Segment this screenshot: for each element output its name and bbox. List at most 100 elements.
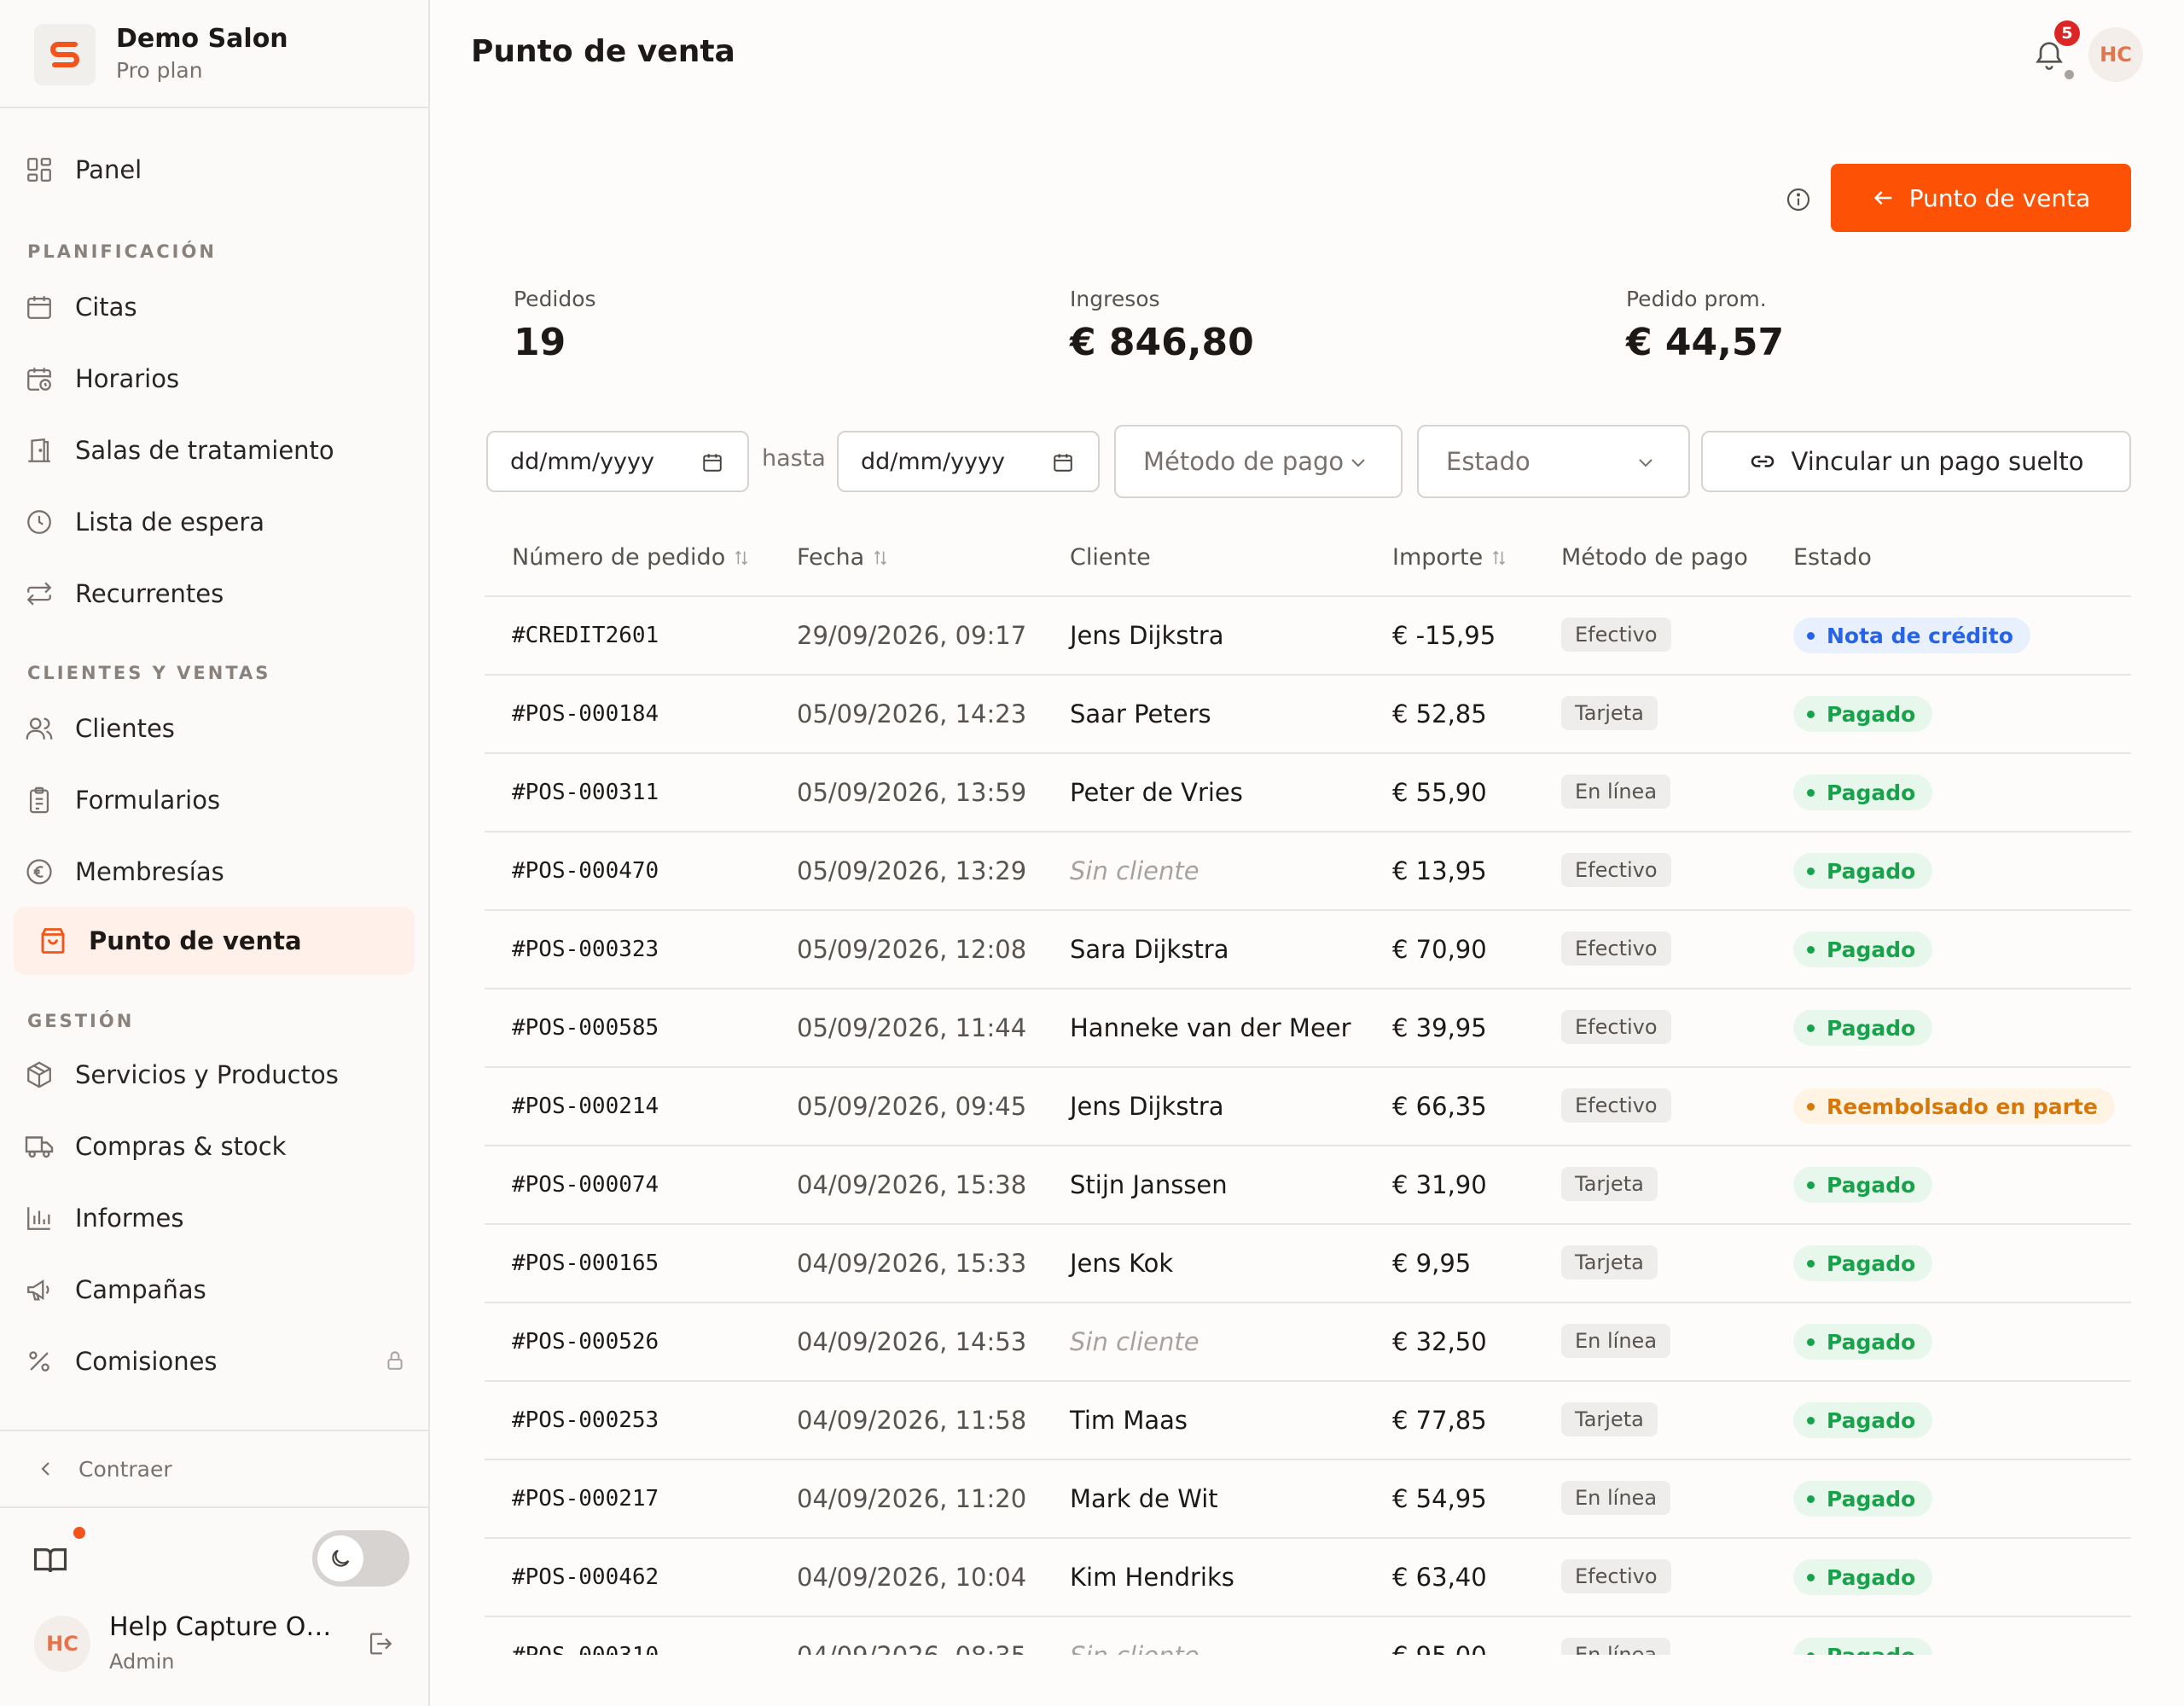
header-avatar[interactable]: HC	[2088, 27, 2143, 82]
sidebar-item-label: Panel	[75, 155, 142, 184]
order-number[interactable]: #POS-000323	[512, 937, 659, 962]
sidebar-item-horarios[interactable]: Horarios	[14, 345, 415, 413]
collapse-sidebar-button[interactable]: Contraer	[0, 1430, 428, 1508]
table-row[interactable]: #POS-000217 04/09/2026, 11:20 Mark de Wit €…	[485, 1459, 2131, 1537]
stat-promedio-label: Pedido prom.	[1626, 287, 1767, 311]
table-row[interactable]: #POS-000184 05/09/2026, 14:23 Saar Peters €…	[485, 674, 2131, 752]
order-number[interactable]: #POS-000165	[512, 1250, 659, 1276]
payment-method-badge: Efectivo	[1561, 931, 1671, 966]
order-number[interactable]: #POS-000311	[512, 780, 659, 805]
order-number[interactable]: #POS-000310	[512, 1643, 659, 1655]
link-payment-button[interactable]: Vincular un pago suelto	[1701, 431, 2131, 492]
order-number[interactable]: #POS-000074	[512, 1172, 659, 1198]
sidebar-item-salas[interactable]: Salas de tratamiento	[14, 416, 415, 485]
logout-icon[interactable]	[365, 1629, 394, 1658]
sidebar-item-formularios[interactable]: Formularios	[14, 766, 415, 834]
calendar-clock-icon	[22, 362, 56, 396]
table-row[interactable]: #POS-000585 05/09/2026, 11:44 Hanneke van …	[485, 988, 2131, 1066]
sidebar-item-servicios[interactable]: Servicios y Productos	[14, 1041, 415, 1109]
info-icon[interactable]	[1785, 186, 1812, 213]
table-row[interactable]: #POS-000214 05/09/2026, 09:45 Jens Dijkstr…	[485, 1066, 2131, 1145]
brand-header[interactable]: Demo Salon Pro plan	[0, 0, 428, 108]
order-number[interactable]: #POS-000470	[512, 858, 659, 884]
sidebar-item-campanas[interactable]: Campañas	[14, 1256, 415, 1324]
dark-mode-toggle[interactable]	[312, 1530, 410, 1587]
status-badge: Pagado	[1793, 853, 1933, 889]
sidebar-item-citas[interactable]: Citas	[14, 273, 415, 341]
sidebar-item-label: Compras & stock	[75, 1132, 287, 1161]
table-row[interactable]: #POS-000323 05/09/2026, 12:08 Sara Dijkstr…	[485, 909, 2131, 988]
order-client: Jens Dijkstra	[1070, 621, 1224, 650]
status-select[interactable]: Estado	[1417, 425, 1690, 498]
order-date: 04/09/2026, 15:33	[797, 1249, 1027, 1278]
sidebar: Demo Salon Pro plan Panel PLANIFICACIÓN …	[0, 0, 430, 1706]
moon-icon	[317, 1535, 363, 1581]
sort-icon	[871, 548, 890, 567]
order-client: Mark de Wit	[1070, 1484, 1218, 1513]
notification-dot	[73, 1527, 85, 1539]
date-to-input[interactable]: dd/mm/yyyy	[837, 431, 1100, 492]
order-number[interactable]: #POS-000214	[512, 1094, 659, 1119]
truck-icon	[22, 1129, 56, 1163]
payment-method-badge: Efectivo	[1561, 853, 1671, 887]
link-payment-label: Vincular un pago suelto	[1791, 447, 2084, 476]
order-number[interactable]: #POS-000253	[512, 1407, 659, 1433]
page-title: Punto de venta	[471, 34, 735, 69]
table-row[interactable]: #POS-000462 04/09/2026, 10:04 Kim Hendriks…	[485, 1537, 2131, 1616]
payment-method-badge: En línea	[1561, 1324, 1671, 1358]
order-amount: € 52,85	[1392, 699, 1487, 728]
punto-de-venta-button[interactable]: Punto de venta	[1831, 164, 2131, 232]
order-number[interactable]: #POS-000184	[512, 701, 659, 727]
status-label: Pagado	[1827, 1644, 1915, 1656]
sidebar-item-clientes[interactable]: Clientes	[14, 694, 415, 763]
payment-method-badge: Efectivo	[1561, 1559, 1671, 1593]
order-amount: € 77,85	[1392, 1406, 1487, 1435]
sidebar-item-punto-de-venta[interactable]: Punto de venta	[14, 907, 415, 975]
sidebar-item-membresias[interactable]: Membresías	[14, 838, 415, 906]
column-importe-header[interactable]: Importe	[1392, 544, 1508, 571]
table-row[interactable]: #POS-000311 05/09/2026, 13:59 Peter de Vri…	[485, 752, 2131, 831]
table-row[interactable]: #POS-000253 04/09/2026, 11:58 Tim Maas € 77…	[485, 1380, 2131, 1459]
order-number[interactable]: #CREDIT2601	[512, 623, 659, 648]
section-planificacion: PLANIFICACIÓN	[27, 241, 217, 262]
status-dot	[1807, 1338, 1815, 1346]
megaphone-icon	[22, 1273, 56, 1307]
sidebar-item-espera[interactable]: Lista de espera	[14, 488, 415, 556]
sidebar-item-panel[interactable]: Panel	[14, 136, 415, 204]
order-client: Hanneke van der Meer	[1070, 1013, 1351, 1042]
order-amount: € 32,50	[1392, 1327, 1487, 1356]
table-row[interactable]: #POS-000074 04/09/2026, 15:38 Stijn Jansse…	[485, 1145, 2131, 1223]
table-row[interactable]: #POS-000310 04/09/2026, 08:35 Sin cliente €…	[485, 1616, 2131, 1655]
column-fecha-header[interactable]: Fecha	[797, 544, 890, 571]
order-number[interactable]: #POS-000526	[512, 1329, 659, 1355]
sidebar-item-recurrentes[interactable]: Recurrentes	[14, 560, 415, 628]
date-from-input[interactable]: dd/mm/yyyy	[486, 431, 749, 492]
table-row[interactable]: #CREDIT2601 29/09/2026, 09:17 Jens Dijkstr…	[485, 595, 2131, 674]
status-dot	[2065, 70, 2074, 79]
sidebar-item-informes[interactable]: Informes	[14, 1184, 415, 1252]
book-open-icon[interactable]	[32, 1542, 68, 1578]
table-row[interactable]: #POS-000165 04/09/2026, 15:33 Jens Kok € 9,…	[485, 1223, 2131, 1302]
column-metodo-header: Método de pago	[1561, 544, 1748, 571]
order-client: Stijn Janssen	[1070, 1170, 1228, 1199]
order-client: Jens Kok	[1070, 1249, 1174, 1278]
status-dot	[1807, 631, 1815, 640]
order-client: Saar Peters	[1070, 699, 1211, 728]
order-client: Sin cliente	[1070, 1641, 1199, 1655]
order-number[interactable]: #POS-000585	[512, 1015, 659, 1041]
user-avatar[interactable]: HC	[34, 1616, 90, 1672]
payment-method-select[interactable]: Método de pago	[1114, 425, 1403, 498]
order-date: 05/09/2026, 11:44	[797, 1013, 1027, 1042]
sidebar-item-comisiones[interactable]: Comisiones	[14, 1327, 415, 1396]
column-label: Número de pedido	[512, 544, 726, 571]
order-amount: € 55,90	[1392, 778, 1487, 807]
order-number[interactable]: #POS-000462	[512, 1564, 659, 1590]
table-row[interactable]: #POS-000526 04/09/2026, 14:53 Sin cliente €…	[485, 1302, 2131, 1380]
column-numero-header[interactable]: Número de pedido	[512, 544, 751, 571]
sidebar-item-compras[interactable]: Compras & stock	[14, 1112, 415, 1181]
percent-icon	[22, 1344, 56, 1378]
order-number[interactable]: #POS-000217	[512, 1486, 659, 1512]
arrow-left-icon	[1873, 191, 1892, 205]
dashboard-icon	[22, 153, 56, 187]
table-row[interactable]: #POS-000470 05/09/2026, 13:29 Sin cliente €…	[485, 831, 2131, 909]
